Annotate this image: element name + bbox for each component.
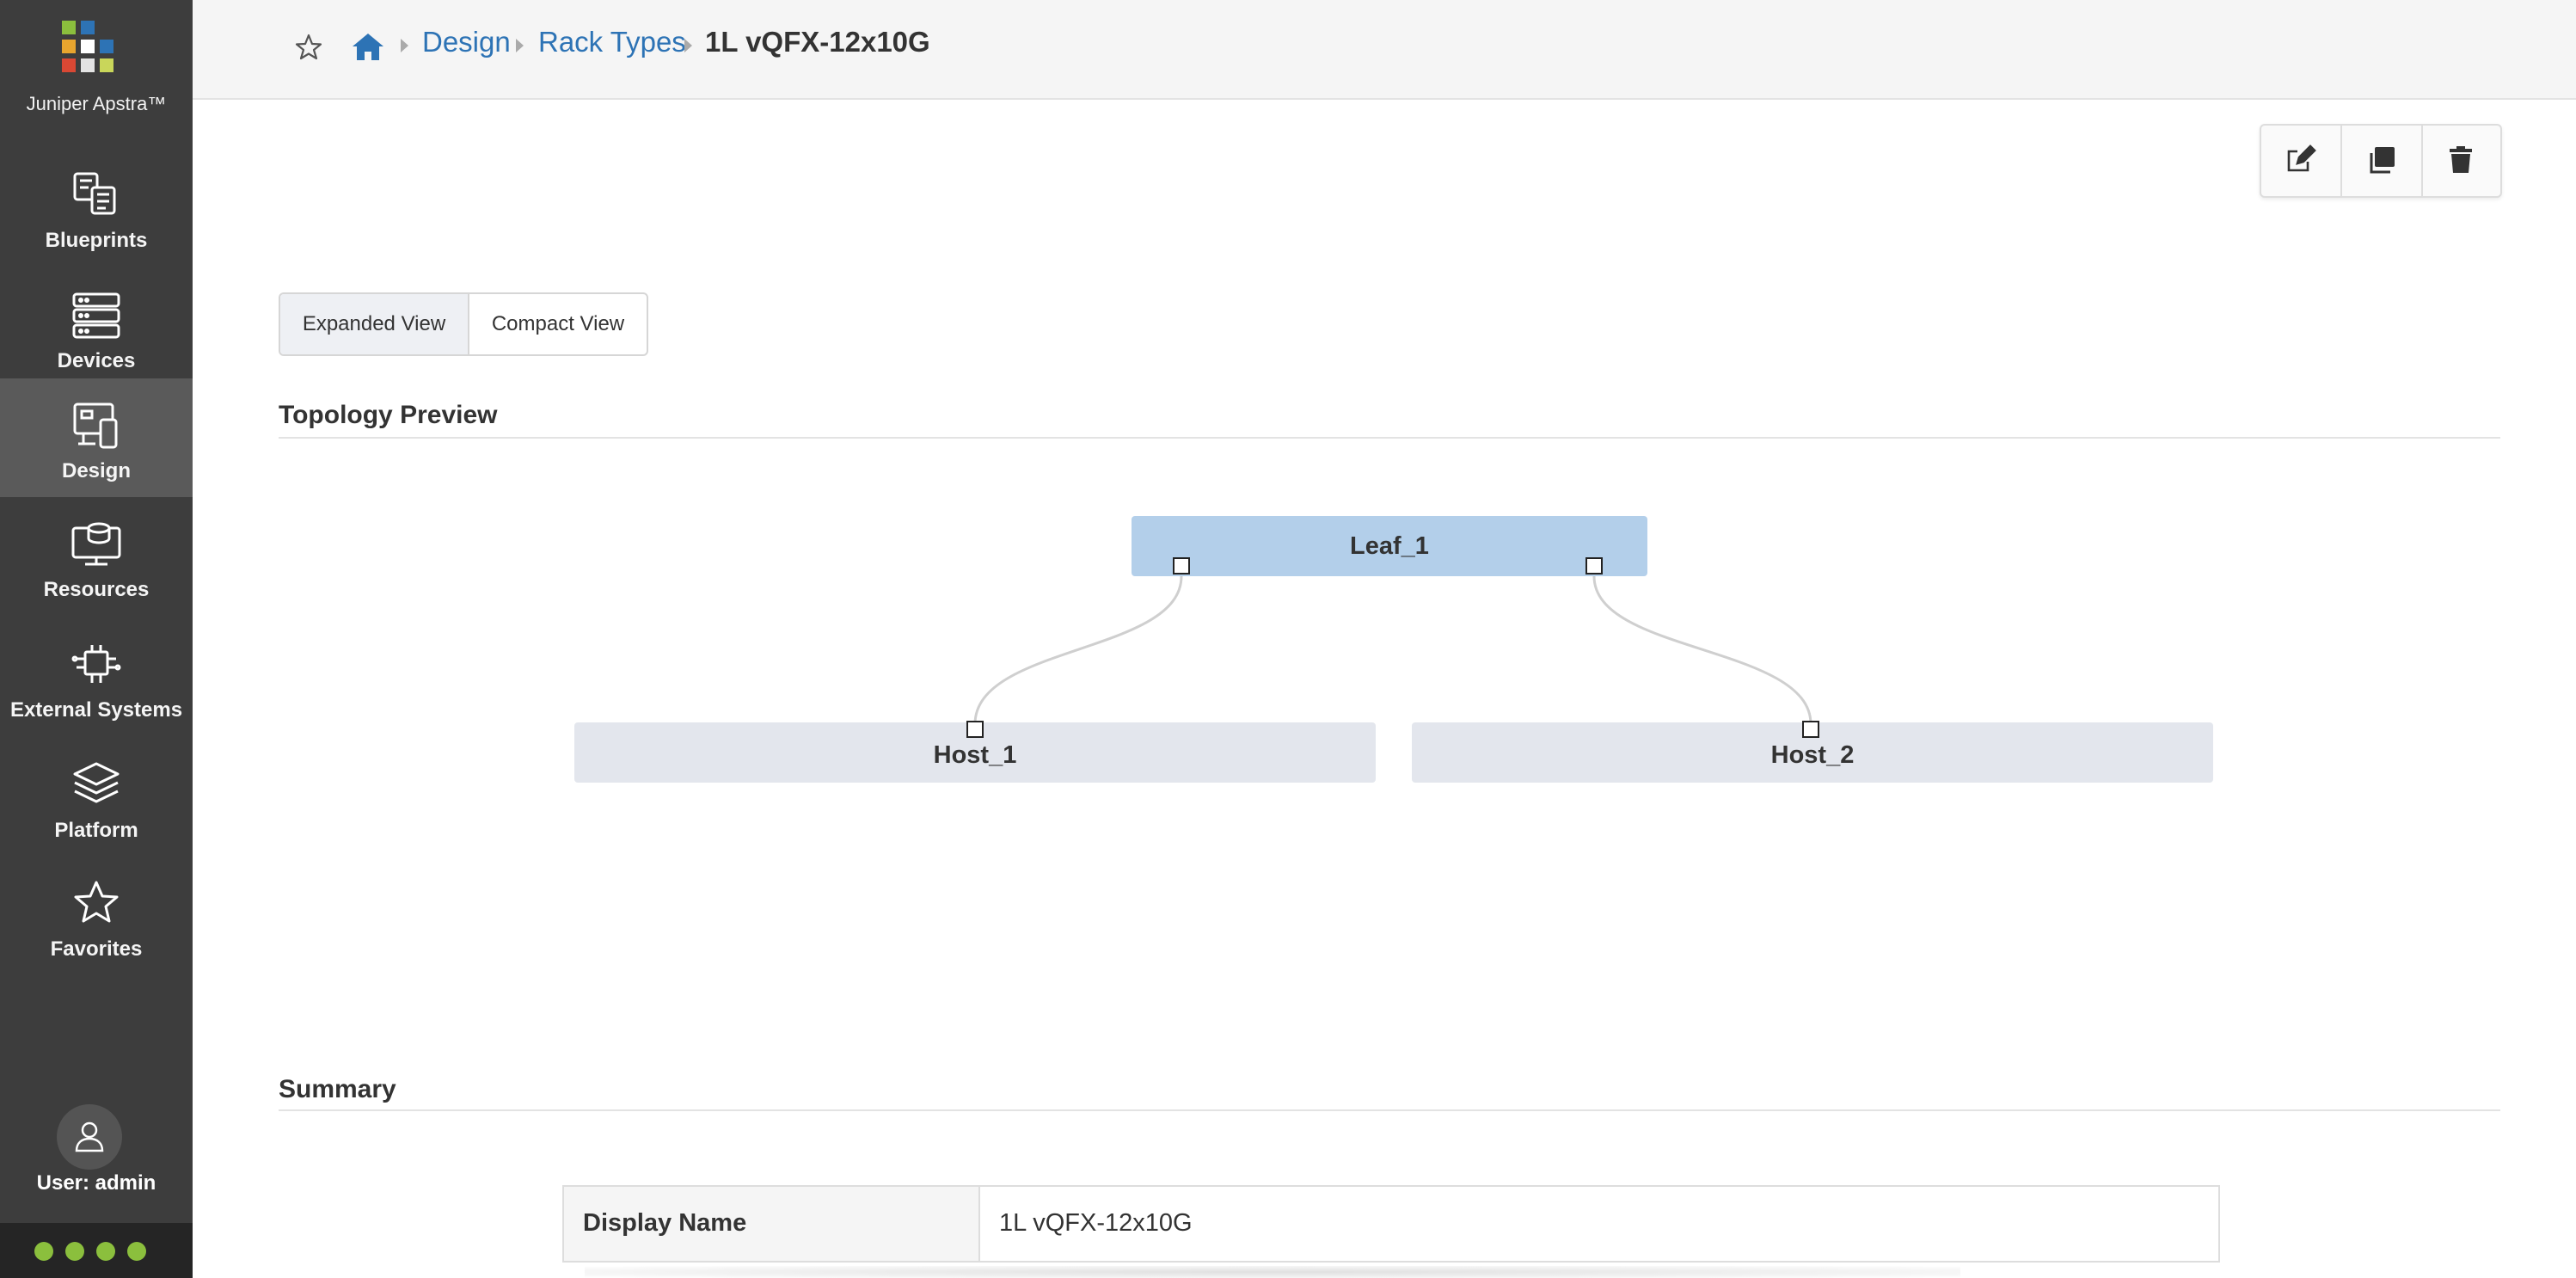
clone-icon: [2370, 147, 2395, 174]
section-divider: [279, 437, 2500, 439]
header: Design Rack Types 1L vQFX-12x10G: [193, 0, 2576, 100]
sidebar-item-resources[interactable]: Resources: [0, 497, 193, 616]
delete-icon: [2450, 146, 2472, 173]
design-icon: [73, 402, 118, 449]
summary-key: Display Name: [583, 1209, 747, 1237]
clone-button[interactable]: [2342, 126, 2421, 196]
topology-preview-title: Topology Preview: [279, 401, 498, 429]
breadcrumb-design[interactable]: Design: [422, 26, 511, 58]
breadcrumb-rack-types[interactable]: Rack Types: [538, 26, 686, 58]
status-indicator: [96, 1242, 115, 1261]
status-indicator: [65, 1242, 84, 1261]
sidebar-item-design[interactable]: Design: [0, 378, 193, 497]
breadcrumb-separator: [516, 39, 524, 52]
host-node-label: Host_2: [1770, 741, 1855, 769]
section-divider: [279, 1109, 2500, 1111]
sidebar-item-label: Favorites: [50, 937, 143, 961]
view-toggle: Expanded View Compact View: [279, 292, 648, 356]
edit-icon: [2287, 144, 2316, 172]
host-port[interactable]: [1802, 721, 1819, 738]
favorite-star-icon[interactable]: [294, 33, 323, 62]
summary-key-cell: Display Name: [564, 1187, 980, 1261]
brand-name: Juniper Apstra™: [26, 93, 167, 114]
compact-view-button[interactable]: Compact View: [469, 294, 647, 354]
sidebar-item-label: External Systems: [9, 698, 183, 722]
sidebar-item-external-systems[interactable]: External Systems: [0, 617, 193, 736]
status-indicator: [127, 1242, 146, 1261]
external-systems-icon: [71, 645, 121, 683]
status-indicator: [34, 1242, 53, 1261]
resources-icon: [71, 522, 121, 566]
breadcrumb-separator: [684, 39, 692, 52]
action-toolbar: [2260, 124, 2502, 198]
sidebar-item-platform[interactable]: Platform: [0, 738, 193, 857]
user-avatar[interactable]: [57, 1104, 122, 1170]
delete-button[interactable]: [2421, 126, 2500, 196]
sidebar-item-label: Resources: [43, 578, 150, 601]
home-icon[interactable]: [351, 31, 385, 62]
leaf-node[interactable]: Leaf_1: [1132, 516, 1647, 576]
platform-icon: [73, 762, 120, 803]
sidebar-item-label: Blueprints: [45, 229, 148, 252]
summary-value: 1L vQFX-12x10G: [999, 1209, 1193, 1237]
sidebar-item-label: Devices: [57, 349, 136, 372]
user-icon: [75, 1121, 104, 1152]
scroll-shadow: [585, 1266, 1960, 1278]
host-node-label: Host_1: [933, 741, 1017, 769]
app-logo[interactable]: Juniper Apstra™: [0, 0, 193, 146]
sidebar-item-favorites[interactable]: Favorites: [0, 857, 193, 975]
sidebar: Juniper Apstra™ Blueprints Devices Desig…: [0, 0, 193, 1278]
devices-icon: [72, 292, 120, 339]
user-label[interactable]: User: admin: [0, 1171, 193, 1195]
blueprints-icon: [73, 172, 116, 215]
summary-table: Display Name 1L vQFX-12x10G: [562, 1185, 2220, 1263]
breadcrumb-separator: [401, 39, 408, 52]
breadcrumb-current: 1L vQFX-12x10G: [705, 26, 930, 58]
leaf-port[interactable]: [1173, 557, 1190, 574]
sidebar-item-devices[interactable]: Devices: [0, 268, 193, 387]
sidebar-item-label: Platform: [54, 819, 138, 842]
edit-button[interactable]: [2261, 126, 2340, 196]
leaf-port[interactable]: [1585, 557, 1603, 574]
summary-title: Summary: [279, 1075, 396, 1103]
expanded-view-button[interactable]: Expanded View: [280, 294, 469, 354]
status-bar: [0, 1223, 193, 1278]
leaf-node-label: Leaf_1: [1350, 532, 1429, 560]
star-icon: [74, 881, 119, 923]
host-port[interactable]: [966, 721, 984, 738]
sidebar-item-blueprints[interactable]: Blueprints: [0, 148, 193, 267]
sidebar-item-label: Design: [61, 459, 131, 482]
logo-icon: [62, 21, 119, 77]
